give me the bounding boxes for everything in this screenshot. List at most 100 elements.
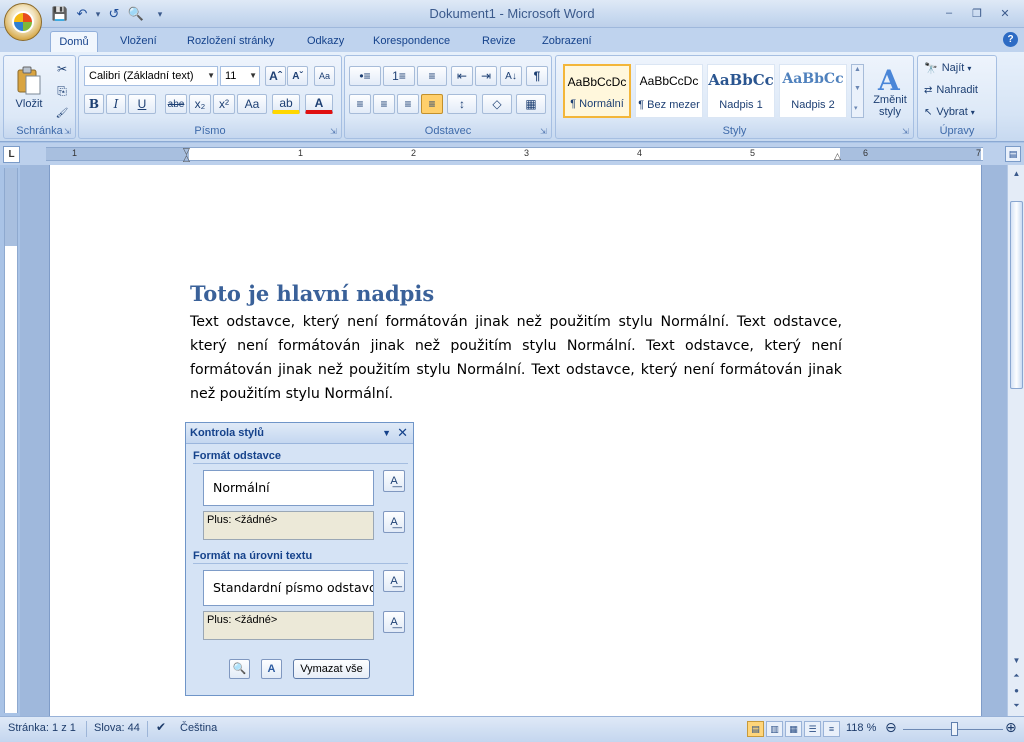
tab-view[interactable]: Zobrazení: [538, 31, 596, 52]
copy-icon[interactable]: ⎘: [53, 81, 71, 101]
browse-object-icon[interactable]: ●: [1009, 683, 1024, 698]
style-tile-heading-1[interactable]: AaBbCc Nadpis 1: [707, 64, 775, 118]
next-page-icon[interactable]: ⏷: [1009, 698, 1024, 713]
paragraph-plus-box[interactable]: Plus: <žádné>: [203, 511, 374, 540]
minimize-button[interactable]: –: [936, 4, 962, 22]
view-ruler-button[interactable]: ▤: [1005, 146, 1021, 162]
zoom-in-icon[interactable]: ⊕: [1005, 719, 1017, 736]
shrink-font-button[interactable]: Aˇ: [287, 66, 308, 86]
font-size-combo[interactable]: 11 ▼: [220, 66, 260, 86]
left-indent-marker[interactable]: △: [183, 153, 190, 164]
font-launcher-icon[interactable]: ⇲: [330, 127, 339, 136]
style-tile-heading-2[interactable]: AaBbCc Nadpis 2: [779, 64, 847, 118]
subscript-button[interactable]: x₂: [189, 94, 211, 114]
reveal-formatting-icon[interactable]: 🔍: [229, 659, 250, 679]
proofing-icon[interactable]: ✔: [156, 720, 166, 734]
sort-button[interactable]: A↓: [500, 66, 522, 86]
tab-references[interactable]: Odkazy: [303, 31, 348, 52]
justify-button[interactable]: ≡: [421, 94, 443, 114]
styles-launcher-icon[interactable]: ⇲: [902, 127, 911, 136]
close-button[interactable]: ✕: [992, 4, 1018, 22]
scroll-down-icon[interactable]: ▼: [1009, 653, 1024, 668]
zoom-level[interactable]: 118 %: [846, 722, 876, 734]
replace-button[interactable]: ⇄ Nahradit: [923, 80, 993, 100]
align-left-button[interactable]: ≡: [349, 94, 371, 114]
clear-formatting-button[interactable]: Aa: [314, 66, 335, 86]
multilevel-list-button[interactable]: ≡: [417, 66, 447, 86]
align-right-button[interactable]: ≡: [397, 94, 419, 114]
restore-button[interactable]: ❐: [964, 4, 990, 22]
show-marks-button[interactable]: ¶: [526, 66, 548, 86]
change-styles-button[interactable]: A Změnit styly: [868, 59, 912, 123]
increase-indent-button[interactable]: ⇥: [475, 66, 497, 86]
cut-icon[interactable]: ✂: [53, 59, 71, 79]
style-tile-normal[interactable]: AaBbCcDc ¶ Normální: [563, 64, 631, 118]
tab-home[interactable]: Domů: [50, 31, 98, 52]
highlight-button[interactable]: ab: [272, 94, 300, 114]
scroll-up-icon[interactable]: ▲: [1009, 166, 1024, 181]
clear-all-button[interactable]: Vymazat vše: [293, 659, 370, 679]
bold-button[interactable]: B: [84, 94, 104, 114]
italic-button[interactable]: I: [106, 94, 126, 114]
font-color-button[interactable]: A: [305, 94, 333, 114]
draft-view-button[interactable]: ≡: [823, 721, 840, 737]
tab-selector[interactable]: L: [3, 146, 20, 163]
zoom-slider-thumb[interactable]: [951, 722, 958, 736]
print-layout-view-button[interactable]: ▤: [747, 721, 764, 737]
reset-text-style-button[interactable]: A͟: [383, 570, 405, 592]
line-spacing-button[interactable]: ↕: [447, 94, 477, 114]
shading-button[interactable]: ◇: [482, 94, 512, 114]
office-button[interactable]: [4, 3, 42, 41]
horizontal-ruler[interactable]: 1 1 2 3 4 5 6 7 ▽ △ △: [46, 146, 983, 164]
help-icon[interactable]: ?: [1003, 32, 1018, 47]
clipboard-launcher-icon[interactable]: ⇲: [64, 127, 73, 136]
word-count[interactable]: Slova: 44: [94, 722, 140, 734]
font-name-combo[interactable]: Calibri (Základní text) ▼: [84, 66, 218, 86]
scroll-down-icon[interactable]: ▼: [854, 85, 861, 92]
superscript-button[interactable]: x²: [213, 94, 235, 114]
select-button[interactable]: ↖ Vybrat ▾: [923, 102, 993, 122]
strikethrough-button[interactable]: abe: [165, 94, 187, 114]
outline-view-button[interactable]: ☰: [804, 721, 821, 737]
right-indent-marker[interactable]: △: [834, 151, 841, 162]
language[interactable]: Čeština: [180, 722, 217, 734]
grow-font-button[interactable]: Aˆ: [265, 66, 286, 86]
clear-paragraph-format-button[interactable]: A͟: [383, 511, 405, 533]
pane-menu-icon[interactable]: ▼: [382, 428, 391, 438]
align-center-button[interactable]: ≡: [373, 94, 395, 114]
close-icon[interactable]: ✕: [397, 425, 408, 441]
document-paragraph[interactable]: Text odstavce, který není formátován jin…: [190, 310, 842, 406]
text-style-box[interactable]: Standardní písmo odstavce: [203, 570, 374, 606]
tab-review[interactable]: Revize: [478, 31, 520, 52]
paragraph-launcher-icon[interactable]: ⇲: [540, 127, 549, 136]
web-layout-button[interactable]: ▦: [785, 721, 802, 737]
scroll-up-icon[interactable]: ▲: [854, 66, 861, 73]
clear-text-format-button[interactable]: A͟: [383, 611, 405, 633]
numbering-button[interactable]: 1≡: [383, 66, 415, 86]
find-button[interactable]: 🔭 Najít ▾: [923, 58, 993, 78]
vertical-scrollbar[interactable]: ▲ ▼ ⏶ ● ⏷: [1007, 165, 1024, 716]
page-count[interactable]: Stránka: 1 z 1: [8, 722, 76, 734]
zoom-out-icon[interactable]: ⊖: [885, 719, 897, 736]
full-screen-reading-button[interactable]: ▥: [766, 721, 783, 737]
tab-mailings[interactable]: Korespondence: [369, 31, 454, 52]
new-style-icon[interactable]: A: [261, 659, 282, 679]
paragraph-style-box[interactable]: Normální: [203, 470, 374, 506]
document-heading[interactable]: Toto je hlavní nadpis: [190, 281, 434, 306]
reset-paragraph-style-button[interactable]: A͟: [383, 470, 405, 492]
underline-button[interactable]: U: [128, 94, 156, 114]
tab-insert[interactable]: Vložení: [116, 31, 161, 52]
decrease-indent-button[interactable]: ⇤: [451, 66, 473, 86]
bullets-button[interactable]: •≡: [349, 66, 381, 86]
style-tile-no-spacing[interactable]: AaBbCcDc ¶ Bez mezer: [635, 64, 703, 118]
text-plus-box[interactable]: Plus: <žádné>: [203, 611, 374, 640]
tab-page-layout[interactable]: Rozložení stránky: [183, 31, 278, 52]
vertical-ruler[interactable]: [4, 168, 18, 713]
borders-button[interactable]: ▦: [516, 94, 546, 114]
format-painter-icon[interactable]: 🖌: [53, 103, 71, 123]
change-case-button[interactable]: Aa: [237, 94, 267, 114]
scroll-thumb[interactable]: [1010, 201, 1023, 389]
more-styles-icon[interactable]: ▾: [854, 104, 858, 112]
paste-button[interactable]: Vložit: [7, 59, 51, 117]
previous-page-icon[interactable]: ⏶: [1009, 668, 1024, 683]
